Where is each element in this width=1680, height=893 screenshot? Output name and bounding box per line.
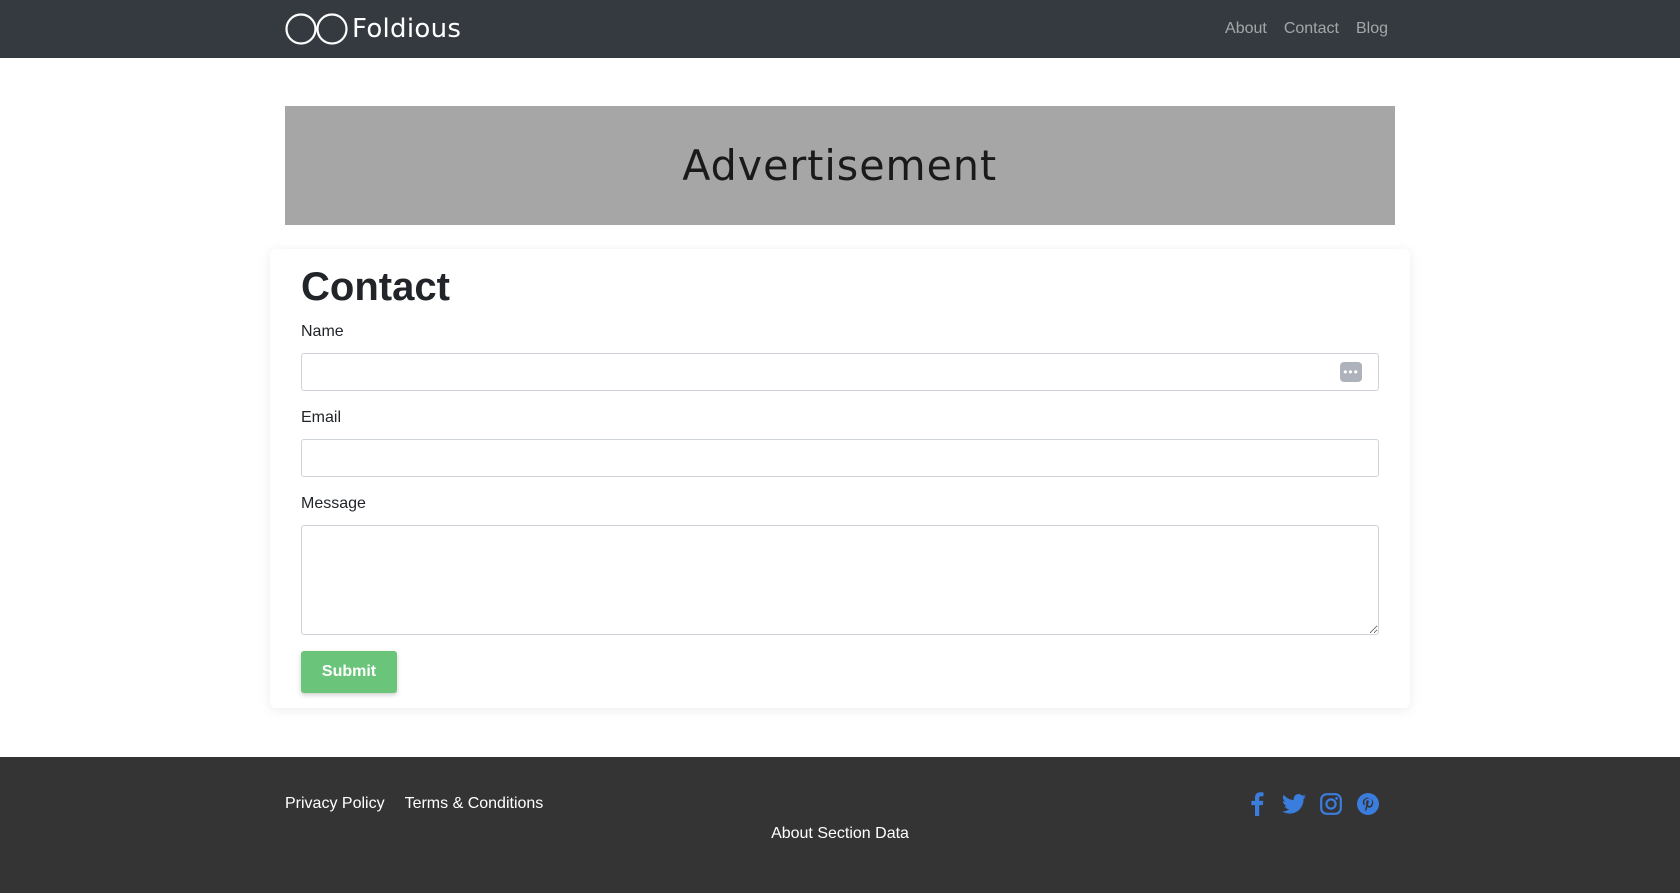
submit-button[interactable]: Submit (301, 651, 397, 693)
name-field[interactable] (301, 353, 1379, 391)
nav-link-contact[interactable]: Contact (1284, 20, 1339, 38)
nav-link-blog[interactable]: Blog (1356, 20, 1388, 38)
message-label: Message (301, 495, 366, 512)
contact-card: Contact Name ••• Email Message Submit (270, 249, 1410, 708)
nav-link-about[interactable]: About (1225, 20, 1267, 38)
infinity-logo-icon (285, 13, 348, 45)
message-field[interactable] (301, 525, 1379, 635)
pinterest-icon[interactable] (1356, 791, 1380, 817)
navbar: Foldious About Contact Blog (0, 0, 1680, 58)
privacy-policy-link[interactable]: Privacy Policy (285, 795, 385, 813)
footer-about-text: About Section Data (771, 825, 909, 842)
email-label: Email (301, 409, 342, 426)
name-label: Name (301, 323, 344, 340)
advertisement-banner[interactable]: Advertisement (285, 106, 1395, 225)
advertisement-text: Advertisement (682, 141, 998, 190)
facebook-icon[interactable] (1245, 791, 1269, 817)
page-title: Contact (301, 265, 450, 309)
email-field[interactable] (301, 439, 1379, 477)
autofill-icon[interactable]: ••• (1340, 362, 1362, 382)
footer: Privacy Policy Terms & Conditions About … (0, 757, 1680, 893)
instagram-icon[interactable] (1319, 791, 1343, 817)
terms-conditions-link[interactable]: Terms & Conditions (405, 795, 544, 813)
nav-links: About Contact Blog (1208, 0, 1388, 58)
brand-logo-link[interactable]: Foldious (285, 13, 461, 45)
footer-links: Privacy Policy Terms & Conditions (285, 795, 563, 813)
twitter-icon[interactable] (1282, 791, 1306, 817)
social-links (1245, 791, 1393, 817)
brand-name: Foldious (352, 14, 462, 44)
